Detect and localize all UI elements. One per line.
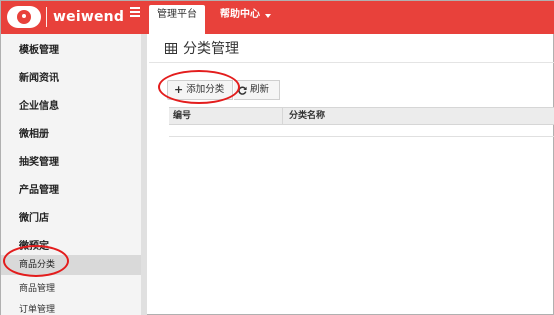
sidebar-item-product-management[interactable]: 商品管理 [1, 281, 141, 294]
sidebar-item-label: 商品分类 [19, 260, 56, 270]
logo-divider [46, 7, 47, 27]
sidebar-item-micro-store[interactable]: 微门店 [1, 209, 141, 224]
logo[interactable]: weiwend [7, 5, 124, 29]
tab-help-center[interactable]: 帮助中心 [211, 5, 280, 34]
add-category-button[interactable]: + 添加分类 [167, 80, 233, 100]
sidebar-item-label: 微相册 [19, 129, 49, 140]
refresh-button[interactable]: 刷新 [234, 80, 280, 100]
sidebar-item-products[interactable]: 产品管理 [1, 181, 141, 196]
plus-icon: + [174, 83, 184, 96]
sidebar-item-label: 模板管理 [19, 45, 59, 56]
sidebar-item-label: 商品管理 [19, 284, 56, 294]
column-header-category-name[interactable]: 分类名称 [283, 108, 554, 125]
table-body [169, 125, 554, 137]
tab-management-platform[interactable]: 管理平台 [149, 5, 205, 34]
sidebar-item-product-category[interactable]: 商品分类 [1, 255, 141, 275]
grid-table-icon [165, 42, 177, 54]
table-header: 编号 分类名称 [169, 107, 554, 125]
add-category-label: 添加分类 [186, 84, 225, 95]
sidebar-item-news[interactable]: 新闻资讯 [1, 69, 141, 84]
header-divider [149, 62, 554, 63]
refresh-icon [238, 86, 247, 95]
page-header: 分类管理 [149, 34, 554, 62]
sidebar-item-order-management[interactable]: 订单管理 [1, 302, 141, 315]
tab-label: 帮助中心 [220, 9, 260, 20]
sidebar-scrollbar[interactable] [141, 34, 147, 315]
tab-label: 管理平台 [157, 9, 197, 20]
column-header-id[interactable]: 编号 [169, 108, 283, 125]
caret-down-icon [265, 14, 271, 18]
logo-mark-icon [7, 6, 41, 28]
sidebar-item-label: 抽奖管理 [19, 157, 59, 168]
logo-text: weiwend [53, 9, 125, 25]
sidebar-item-micro-album[interactable]: 微相册 [1, 125, 141, 140]
sidebar-item-template-management[interactable]: 模板管理 [1, 41, 141, 56]
sidebar-item-lottery[interactable]: 抽奖管理 [1, 153, 141, 168]
top-bar: weiwend 管理平台 帮助中心 [1, 1, 554, 34]
sidebar-item-label: 企业信息 [19, 101, 59, 112]
sidebar-item-micro-booking[interactable]: 微预定 [1, 237, 141, 252]
refresh-label: 刷新 [250, 84, 270, 95]
sidebar-item-label: 产品管理 [19, 185, 59, 196]
sidebar-item-label: 新闻资讯 [19, 73, 59, 84]
sidebar-item-label: 订单管理 [19, 305, 56, 315]
page-title: 分类管理 [183, 41, 239, 57]
sidebar-item-label: 微门店 [19, 213, 49, 224]
menu-icon[interactable] [130, 7, 140, 17]
sidebar-item-company-info[interactable]: 企业信息 [1, 97, 141, 112]
sidebar-item-label: 微预定 [19, 241, 49, 252]
